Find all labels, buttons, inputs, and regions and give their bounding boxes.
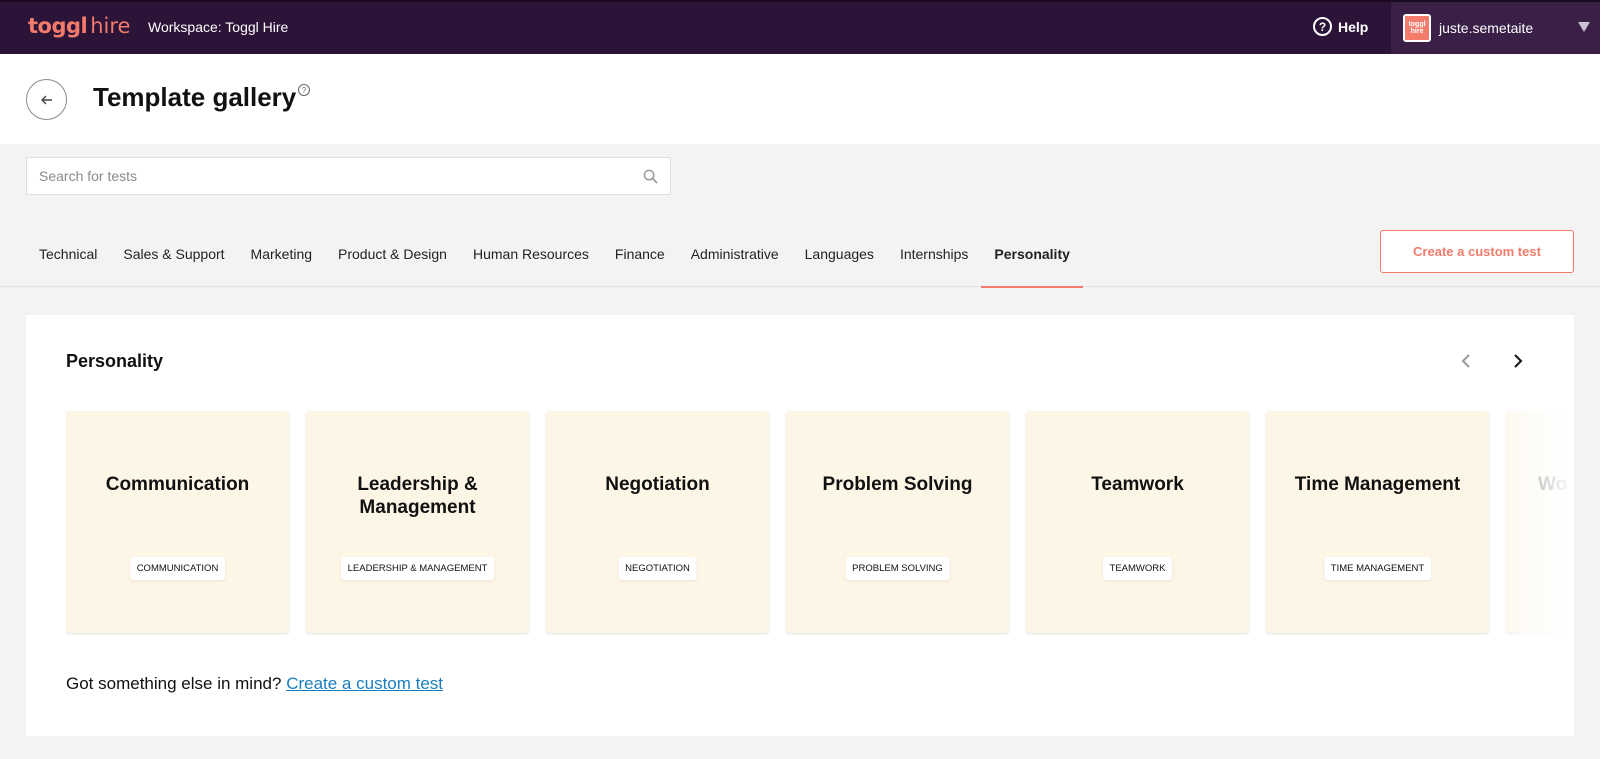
user-name: juste.semetaite bbox=[1439, 20, 1534, 36]
card-tag: LEADERSHIP & MANAGEMENT bbox=[340, 557, 495, 580]
logo-secondary: hire bbox=[90, 14, 131, 38]
workspace-label[interactable]: Workspace: Toggl Hire bbox=[148, 19, 288, 35]
tab-sales-support[interactable]: Sales & Support bbox=[110, 232, 237, 288]
carousel-prev-button[interactable] bbox=[1452, 347, 1480, 375]
card-tag: TIME MANAGEMENT bbox=[1323, 557, 1432, 580]
template-cards: Communication COMMUNICATION Leadership &… bbox=[66, 411, 1574, 637]
search-input[interactable] bbox=[27, 158, 627, 194]
card-title: Leadership & Management bbox=[357, 474, 478, 518]
tab-administrative[interactable]: Administrative bbox=[678, 232, 792, 288]
tab-languages[interactable]: Languages bbox=[792, 232, 887, 288]
card-tag: COMMUNICATION bbox=[129, 557, 226, 580]
search-icon[interactable] bbox=[643, 169, 658, 184]
template-card[interactable]: Wo bbox=[1506, 411, 1574, 633]
tab-personality[interactable]: Personality bbox=[981, 232, 1083, 288]
section-title: Personality bbox=[66, 351, 164, 371]
card-title: Communication bbox=[105, 474, 250, 495]
template-card[interactable]: Teamwork TEAMWORK bbox=[1026, 411, 1249, 633]
template-panel: Personality Communication COMMUNICATION … bbox=[26, 315, 1574, 736]
template-card[interactable]: Leadership & Management LEADERSHIP & MAN… bbox=[306, 411, 529, 633]
category-tabs: Technical Sales & Support Marketing Prod… bbox=[26, 232, 1574, 288]
template-card[interactable]: Problem Solving PROBLEM SOLVING bbox=[786, 411, 1009, 633]
chevron-right-icon bbox=[1514, 354, 1523, 368]
back-arrow-icon bbox=[40, 95, 52, 104]
template-card[interactable]: Negotiation NEGOTIATION bbox=[546, 411, 769, 633]
card-tag: NEGOTIATION bbox=[618, 557, 697, 580]
tab-product-design[interactable]: Product & Design bbox=[325, 232, 460, 288]
chevron-left-icon bbox=[1461, 354, 1470, 368]
footer-prompt: Got something else in mind? Create a cus… bbox=[66, 674, 443, 694]
help-button[interactable]: ? Help bbox=[1313, 17, 1368, 36]
card-title: Teamwork bbox=[1091, 474, 1184, 495]
avatar: toggl hire bbox=[1403, 14, 1431, 42]
tab-internships[interactable]: Internships bbox=[887, 232, 981, 288]
carousel-next-button[interactable] bbox=[1504, 347, 1532, 375]
card-tag: TEAMWORK bbox=[1102, 557, 1173, 580]
template-card[interactable]: Time Management TIME MANAGEMENT bbox=[1266, 411, 1489, 633]
toggl-hire-logo[interactable]: toggl hire bbox=[28, 14, 130, 42]
logo-primary: toggl bbox=[28, 14, 88, 38]
question-circle-icon: ? bbox=[1313, 17, 1332, 36]
help-label: Help bbox=[1338, 18, 1369, 35]
page-header: Template gallery ? bbox=[0, 54, 1600, 144]
tab-technical[interactable]: Technical bbox=[26, 232, 110, 288]
tab-marketing[interactable]: Marketing bbox=[238, 232, 325, 288]
search-box bbox=[26, 157, 671, 195]
card-title: Negotiation bbox=[605, 474, 710, 495]
create-custom-test-link[interactable]: Create a custom test bbox=[286, 674, 443, 693]
back-button[interactable] bbox=[26, 79, 67, 120]
question-circle-icon[interactable]: ? bbox=[298, 84, 310, 96]
tab-human-resources[interactable]: Human Resources bbox=[460, 232, 602, 288]
footer-text: Got something else in mind? bbox=[66, 674, 282, 693]
card-title: Time Management bbox=[1294, 474, 1461, 495]
user-menu[interactable]: toggl hire juste.semetaite bbox=[1391, 2, 1600, 54]
page-title: Template gallery bbox=[93, 82, 297, 112]
top-bar: toggl hire Workspace: Toggl Hire ? Help … bbox=[0, 0, 1600, 54]
card-title: Problem Solving bbox=[822, 474, 973, 495]
card-tag: PROBLEM SOLVING bbox=[845, 557, 950, 580]
tab-finance[interactable]: Finance bbox=[602, 232, 678, 288]
template-card[interactable]: Communication COMMUNICATION bbox=[66, 411, 289, 633]
caret-down-icon bbox=[1578, 22, 1590, 32]
card-title: Wo bbox=[1538, 474, 1568, 495]
create-custom-test-button[interactable]: Create a custom test bbox=[1380, 230, 1574, 273]
